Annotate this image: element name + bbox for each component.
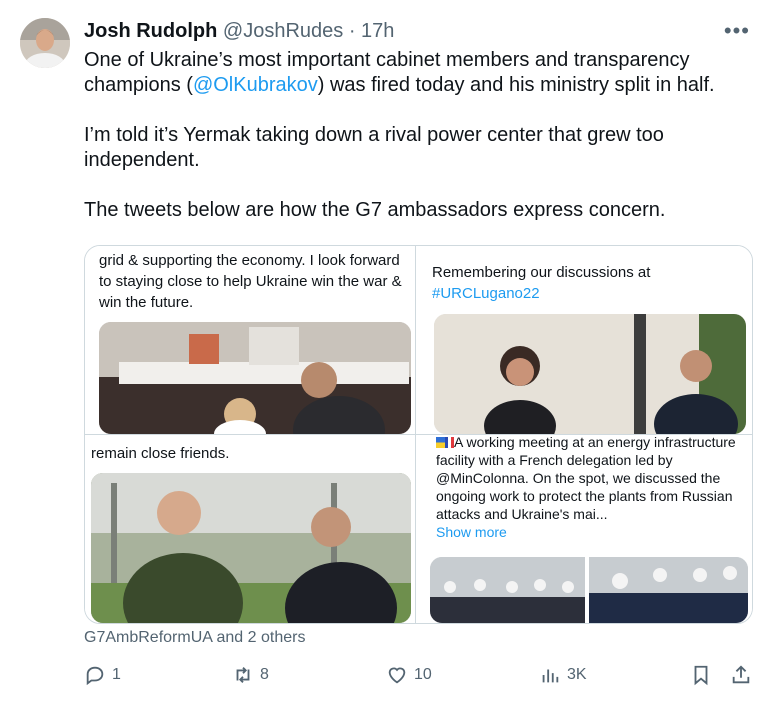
quoted-tweet-text: grid & supporting the economy. I look fo… — [99, 252, 402, 311]
text-paragraph: The tweets below are how the G7 ambassad… — [84, 199, 666, 221]
france-flag-icon — [445, 435, 454, 448]
retweet-icon — [236, 667, 250, 683]
views-button[interactable]: 3K — [539, 664, 587, 686]
ukraine-flag-icon — [436, 435, 445, 448]
reply-button[interactable]: 1 — [84, 664, 121, 686]
quoted-by-others[interactable]: G7AmbReformUA and 2 others — [84, 629, 305, 647]
avatar[interactable] — [20, 18, 70, 68]
substation-photo[interactable] — [91, 473, 411, 623]
retweet-button[interactable]: 8 — [232, 664, 269, 686]
quoted-tweet-3[interactable]: remain close friends. — [85, 435, 416, 623]
view-count: 3K — [567, 666, 587, 683]
quoted-tweet-2[interactable]: Remembering our discussions at #URCLugan… — [416, 246, 752, 434]
quoted-text-body: A working meeting at an energy infrastru… — [436, 435, 736, 522]
quoted-tweets-grid[interactable]: grid & supporting the economy. I look fo… — [84, 245, 753, 624]
like-count: 10 — [414, 666, 432, 683]
quoted-tweet-1[interactable]: grid & supporting the economy. I look fo… — [85, 246, 416, 434]
quoted-tweet-text: Remembering our discussions at #URCLugan… — [432, 262, 742, 304]
reply-icon — [86, 666, 104, 686]
author-handle[interactable]: @JoshRudes — [223, 20, 343, 42]
hashtag-link[interactable]: #URCLugano22 — [432, 285, 540, 302]
ship-photo[interactable] — [99, 322, 411, 434]
action-bar: 1 8 10 3K — [84, 664, 756, 694]
share-icon — [732, 665, 750, 684]
tweet-header: Josh Rudolph @JoshRudes · 17h — [84, 20, 394, 43]
show-more-link[interactable]: Show more — [436, 524, 507, 540]
timestamp[interactable]: · 17h — [349, 20, 395, 42]
analytics-icon — [542, 669, 559, 683]
tweet: Josh Rudolph @JoshRudes · 17h ••• One of… — [0, 0, 780, 708]
share-button[interactable] — [730, 664, 758, 686]
quoted-tweet-text: remain close friends. — [91, 445, 230, 462]
quoted-tweet-4[interactable]: A working meeting at an energy infrastru… — [416, 435, 752, 623]
mention-link[interactable]: @OlKubrakov — [193, 74, 318, 96]
delegation-photo[interactable] — [430, 557, 748, 623]
bookmark-button[interactable] — [690, 664, 718, 686]
retweet-count: 8 — [260, 666, 269, 683]
heart-icon — [388, 667, 406, 684]
text-part: ) was fired today and his ministry split… — [317, 74, 715, 96]
quoted-tweet-text: A working meeting at an energy infrastru… — [436, 435, 742, 541]
tweet-text: One of Ukraine’s most important cabinet … — [84, 48, 744, 248]
reply-count: 1 — [112, 666, 121, 683]
quoted-text-line: Remembering our discussions at — [432, 264, 651, 281]
bookmark-icon — [694, 665, 708, 686]
more-icon[interactable]: ••• — [724, 18, 750, 44]
text-paragraph: I’m told it’s Yermak taking down a rival… — [84, 124, 664, 171]
like-button[interactable]: 10 — [386, 664, 432, 686]
meeting-photo[interactable] — [434, 314, 746, 434]
author-name[interactable]: Josh Rudolph — [84, 20, 217, 42]
